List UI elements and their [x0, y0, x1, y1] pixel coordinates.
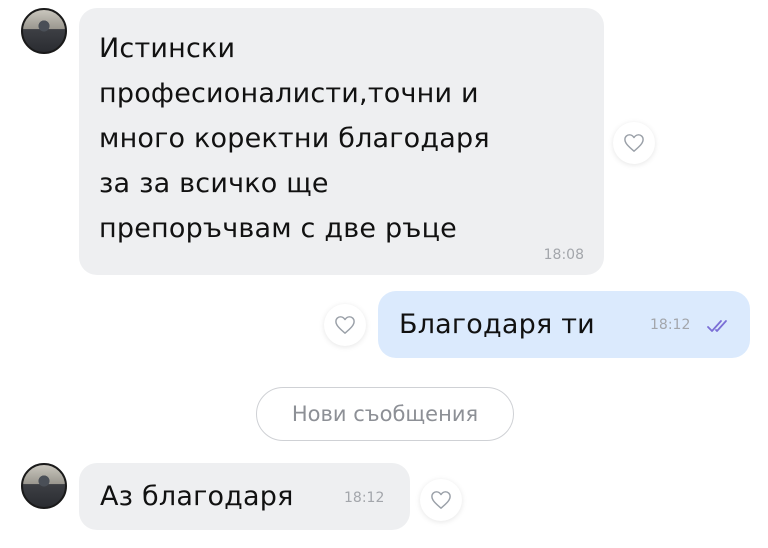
message-bubble-incoming[interactable]: Аз благодаря 18:12: [79, 463, 410, 530]
message-time: 18:12: [650, 317, 691, 333]
sender-avatar[interactable]: [21, 8, 67, 54]
message-bubble-outgoing[interactable]: Благодаря ти 18:12: [378, 291, 750, 358]
react-heart-button[interactable]: [613, 122, 655, 164]
heart-outline-icon: [335, 316, 355, 334]
message-text: Аз благодаря: [100, 481, 294, 512]
heart-outline-icon: [431, 491, 451, 509]
message-time: 18:12: [344, 490, 385, 506]
new-messages-divider: Нови съобщения: [256, 387, 514, 441]
message-text: Благодаря ти: [399, 309, 595, 340]
sender-avatar[interactable]: [21, 463, 67, 509]
react-heart-button[interactable]: [324, 304, 366, 346]
double-check-read-icon: [707, 320, 727, 332]
react-heart-button[interactable]: [420, 479, 462, 521]
new-messages-label: Нови съобщения: [291, 402, 479, 426]
message-bubble-incoming[interactable]: Истински професионалисти,точни и много к…: [79, 8, 604, 275]
message-text: Истински професионалисти,точни и много к…: [99, 33, 490, 244]
message-time: 18:08: [543, 247, 584, 263]
heart-outline-icon: [624, 134, 644, 152]
